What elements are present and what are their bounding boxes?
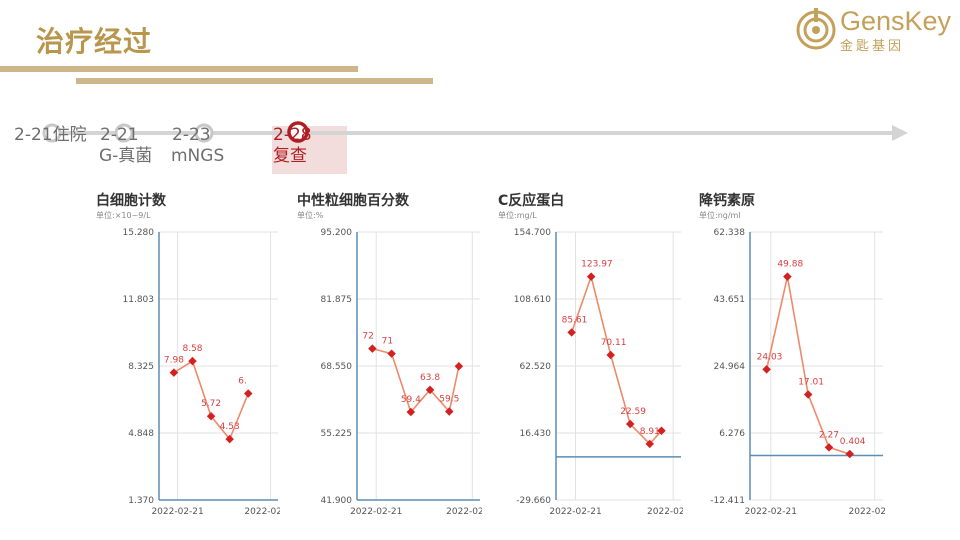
timeline-step-1-date: 2-21住院	[14, 125, 87, 145]
data-point	[783, 272, 792, 281]
y-tick-label: 95.200	[321, 228, 353, 238]
y-tick-label: 6.276	[719, 429, 745, 439]
logo-wordmark: GensKey	[840, 6, 952, 36]
data-point	[454, 362, 464, 371]
data-label: 123.97	[581, 260, 613, 270]
y-tick-label: 108.610	[514, 295, 551, 305]
data-point	[824, 443, 834, 452]
timeline-step-4-date: 2-28	[273, 125, 312, 145]
y-tick-label: 1.370	[128, 496, 154, 506]
data-point	[803, 390, 813, 399]
data-label: 2.27	[819, 430, 839, 440]
chart-procalcitonin: 降钙素原 单位:ng/ml 62.338 43.651 24.964 6.276 -12…	[695, 184, 885, 520]
chart-plot: 15.280 11.803 8.325 4.848 1.3702022-02-21 202…	[123, 228, 281, 517]
data-label: 7.98	[164, 356, 184, 366]
logo-subtitle: 金匙基因	[840, 39, 905, 54]
x-tick-label: 2022-02-21	[549, 507, 601, 517]
series-line	[765, 276, 850, 455]
data-label: 8.91	[640, 427, 660, 437]
y-tick-label: 154.700	[514, 228, 551, 238]
data-label: 72	[362, 332, 373, 342]
data-point	[606, 350, 615, 360]
title-underline-top	[0, 66, 358, 72]
x-tick-label: 2022-02-28	[849, 507, 885, 517]
data-label: 85.61	[562, 315, 588, 325]
chart-plot: 95.200 81.875 68.550 55.225 41.9002022-02-21…	[321, 228, 483, 517]
page-title: 治疗经过	[36, 25, 153, 58]
timeline-step-3-event: mNGS	[171, 146, 225, 166]
timeline-step-3-date: 2-23	[172, 125, 211, 145]
data-point	[567, 328, 576, 337]
y-tick-label: 16.430	[520, 429, 552, 439]
data-point	[387, 349, 396, 358]
data-point	[244, 389, 253, 398]
data-label: 59.4	[401, 395, 421, 405]
x-tick-label: 2022-02-28	[647, 507, 683, 517]
data-point	[188, 356, 197, 366]
x-tick-label: 2022-02-28	[446, 507, 482, 517]
y-tick-label: 55.225	[321, 429, 353, 439]
y-tick-label: 15.280	[123, 228, 155, 238]
data-label: 63.8	[420, 373, 440, 383]
timeline-step-2-event: G-真菌	[99, 146, 153, 166]
x-tick-label: 2022-02-21	[151, 507, 203, 517]
data-point	[586, 272, 596, 281]
x-tick-label: 2022-02-21	[350, 507, 402, 517]
data-label: 49.88	[777, 260, 803, 270]
chart-white-blood-cell: 白细胞计数 单位:×10~9/L 15.280 11.803 8.325 4.848 1…	[92, 184, 280, 520]
y-tick-label: 11.803	[123, 295, 155, 305]
y-tick-label: 4.848	[128, 429, 154, 439]
y-tick-label: 81.875	[321, 295, 353, 305]
y-tick-label: -29.660	[516, 496, 551, 506]
data-label: 5.72	[201, 399, 221, 409]
chart-c-reactive-protein: C反应蛋白 单位:mg/L 154.700 108.610 62.520 16.430…	[494, 184, 683, 520]
data-point	[845, 449, 854, 459]
y-tick-label: 68.550	[321, 362, 353, 372]
y-tick-label: 8.325	[128, 362, 154, 372]
y-tick-label: 62.520	[520, 362, 552, 372]
chart-plot: 154.700108.61062.52016.430-29.6602022-02…	[514, 228, 683, 517]
data-label: 4.53	[220, 422, 240, 432]
timeline-track	[42, 121, 908, 143]
timeline-step-2-date: 2-21	[100, 125, 139, 145]
chart-plot: 62.338 43.651 24.964 6.276 -12.4112022-02-21…	[710, 228, 885, 517]
y-tick-label: -12.411	[710, 496, 745, 506]
data-label: 70.11	[601, 338, 627, 348]
data-label: 59.5	[439, 395, 459, 405]
data-label: 71	[382, 337, 393, 347]
data-label: 6.	[238, 376, 247, 386]
title-underline-bottom	[76, 78, 433, 84]
data-label: 17.01	[798, 378, 824, 388]
x-tick-label: 2022-02-21	[745, 507, 797, 517]
data-label: 8.58	[182, 344, 202, 354]
y-tick-label: 43.651	[714, 295, 746, 305]
y-tick-label: 62.338	[714, 228, 746, 238]
company-logo: GensKey 金匙基因	[794, 6, 954, 54]
genskey-logo-icon	[796, 8, 836, 50]
series-line	[570, 273, 663, 446]
y-tick-label: 24.964	[714, 362, 746, 372]
chart-neutrophil-percent: 中性粒细胞百分数 单位:% 95.200 81.875 68.550 55.225 41…	[293, 184, 482, 520]
data-point	[169, 368, 179, 377]
timeline-step-4-event: 复查	[273, 146, 307, 166]
data-label: 22.59	[620, 407, 646, 417]
data-label: 0.404	[840, 437, 866, 447]
x-tick-label: 2022-02-28	[244, 507, 280, 517]
data-label: 24.03	[757, 352, 783, 362]
data-point	[368, 344, 377, 353]
y-tick-label: 41.900	[321, 496, 353, 506]
